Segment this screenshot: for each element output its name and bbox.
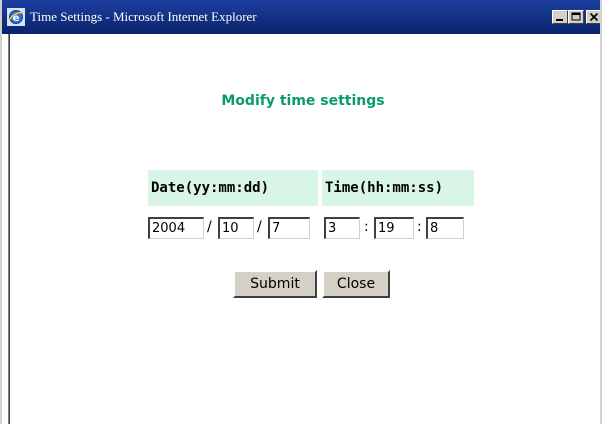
month-input[interactable] xyxy=(218,217,254,239)
maximize-button[interactable] xyxy=(568,10,584,24)
date-header: Date(yy:mm:dd) xyxy=(148,170,318,206)
title-bar: e Time Settings - Microsoft Internet Exp… xyxy=(2,0,600,34)
minute-input[interactable] xyxy=(374,217,414,239)
time-separator: : xyxy=(364,219,369,235)
hour-input[interactable] xyxy=(324,217,360,239)
day-input[interactable] xyxy=(268,217,310,239)
date-separator: / xyxy=(207,219,212,235)
maximize-icon xyxy=(571,12,581,21)
close-icon xyxy=(589,12,599,22)
minimize-icon xyxy=(556,19,563,21)
date-separator: / xyxy=(257,219,262,235)
submit-button[interactable]: Submit xyxy=(233,270,317,298)
year-input[interactable] xyxy=(148,217,204,239)
minimize-button[interactable] xyxy=(552,10,568,24)
time-separator: : xyxy=(417,219,422,235)
ie-icon: e xyxy=(7,8,25,26)
browser-window: e Time Settings - Microsoft Internet Exp… xyxy=(0,0,602,424)
close-window-button[interactable] xyxy=(586,10,600,24)
page-heading: Modify time settings xyxy=(221,93,385,109)
window-title: Time Settings - Microsoft Internet Explo… xyxy=(30,9,257,24)
close-button[interactable]: Close xyxy=(322,270,390,298)
second-input[interactable] xyxy=(426,217,464,239)
time-header: Time(hh:mm:ss) xyxy=(322,170,474,206)
